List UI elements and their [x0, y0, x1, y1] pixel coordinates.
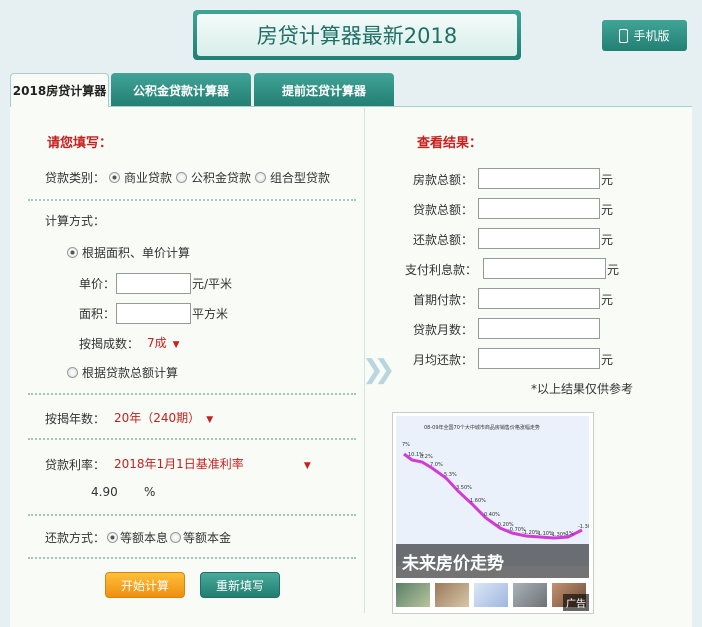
area-label: 面积： [79, 307, 116, 321]
result-unit: 元 [601, 173, 614, 187]
loan-type-commercial-label[interactable]: 商业贷款 [124, 169, 172, 186]
calc-method-label: 计算方式： [45, 214, 106, 228]
double-chevron-right-icon: ❯❯ [362, 355, 395, 385]
divider [28, 557, 356, 559]
loan-type-row: 贷款类别： 商业贷款 公积金贷款 组合型贷款 [45, 169, 330, 186]
rate-number-input[interactable]: 4.90 [91, 485, 118, 499]
method-area-label[interactable]: 根据面积、单价计算 [82, 244, 190, 261]
repay-equal-principal-label[interactable]: 等额本金 [183, 529, 231, 546]
title-banner: 房贷计算器最新2018 [193, 10, 521, 60]
result-field[interactable] [478, 228, 600, 249]
trend-data-label: -1.30% [578, 524, 589, 530]
result-label: 房款总额： [412, 173, 473, 187]
unit-price-unit: 元/平米 [192, 277, 233, 291]
trend-labels: 7%10.1%8.2%7.0%5.3%3.50%1.60%0.40%-0.20%… [402, 442, 589, 538]
tab-provident-fund-calculator[interactable]: 公积金贷款计算器 [111, 73, 251, 107]
trend-data-label: -1% [564, 531, 574, 537]
repay-equal-installment-label[interactable]: 等额本息 [120, 529, 168, 546]
loan-type-radio-commercial[interactable] [109, 172, 121, 183]
start-calculation-button[interactable]: 开始计算 [105, 572, 185, 598]
result-label: 支付利息款： [404, 263, 477, 277]
result-field[interactable] [478, 168, 600, 189]
dropdown-arrow-icon[interactable]: ▼ [173, 340, 180, 350]
trend-data-label: 8.2% [420, 454, 433, 460]
loan-type-radio-provident[interactable] [176, 172, 188, 183]
divider [28, 393, 356, 395]
ad-thumbnail-1[interactable] [396, 583, 430, 607]
result-label: 首期付款： [412, 293, 473, 307]
rate-select[interactable]: 2018年1月1日基准利率 ▼ [114, 455, 311, 472]
method-total-label[interactable]: 根据贷款总额计算 [82, 364, 178, 381]
result-unit: 元 [601, 353, 614, 367]
ad-caption[interactable]: 未来房价走势 [396, 544, 589, 578]
loan-type-label: 贷款类别： [45, 171, 106, 185]
rate-percent-label: % [144, 485, 156, 499]
phone-icon [619, 28, 629, 43]
unit-price-label: 单价： [79, 277, 116, 291]
tab-prepayment-calculator[interactable]: 提前还贷计算器 [254, 73, 394, 107]
ad-chart-title: 08-09年全国70个大中城市商品房销售价格涨幅走势 [424, 424, 540, 431]
mobile-version-label: 手机版 [633, 29, 670, 43]
trend-data-label: 3.50% [456, 485, 472, 491]
form-heading: 请您填写： [47, 136, 113, 151]
ad-thumbnail-3[interactable] [474, 583, 508, 607]
divider [28, 514, 356, 516]
page-title: 房贷计算器最新2018 [197, 14, 517, 56]
trend-data-label: 5.3% [444, 472, 457, 478]
result-unit: 元 [601, 233, 614, 247]
trend-data-label: 7.0% [430, 462, 443, 468]
rate-select-value[interactable]: 2018年1月1日基准利率 [114, 457, 244, 471]
ratio-label: 按揭成数： [79, 337, 140, 351]
ad-thumbnail-4[interactable] [513, 583, 547, 607]
method-area-option[interactable]: 根据面积、单价计算 [67, 244, 190, 261]
result-unit: 元 [601, 203, 614, 217]
dropdown-arrow-icon[interactable]: ▼ [304, 461, 311, 471]
area-input[interactable] [116, 303, 191, 324]
ratio-select-value[interactable]: 7成 [147, 336, 167, 350]
trend-data-label: 7% [402, 442, 410, 448]
result-label: 贷款总额： [412, 203, 473, 217]
result-field[interactable] [478, 288, 600, 309]
repay-radio-equal-installment[interactable] [107, 532, 119, 543]
divider [28, 438, 356, 440]
dropdown-arrow-icon[interactable]: ▼ [206, 415, 213, 425]
repay-radio-equal-principal[interactable] [170, 532, 182, 543]
result-unit: 元 [601, 293, 614, 307]
ad-tag: 广告 [563, 594, 589, 611]
method-area-radio[interactable] [67, 247, 78, 258]
rate-label: 贷款利率： [45, 458, 106, 472]
result-unit: 元 [607, 263, 620, 277]
result-label: 还款总额： [412, 233, 473, 247]
result-label: 贷款月数： [412, 323, 473, 337]
results-note: *以上结果仅供参考 [531, 382, 634, 396]
loan-type-combined-label[interactable]: 组合型贷款 [270, 169, 330, 186]
method-total-radio[interactable] [67, 367, 78, 378]
results-heading: 查看结果： [417, 136, 483, 151]
result-field[interactable] [478, 198, 600, 219]
years-label: 按揭年数： [45, 412, 106, 426]
tab-mortgage-calculator[interactable]: 2018房贷计算器 [10, 73, 109, 107]
trend-data-label: 0.40% [484, 512, 500, 518]
loan-type-provident-label[interactable]: 公积金贷款 [191, 169, 251, 186]
ad-thumbnail-2[interactable] [435, 583, 469, 607]
result-field[interactable] [478, 318, 600, 339]
ratio-select[interactable]: 7成 ▼ [147, 334, 180, 351]
method-total-option[interactable]: 根据贷款总额计算 [67, 364, 178, 381]
result-label: 月均还款： [412, 353, 473, 367]
years-select[interactable]: 20年（240期） ▼ [114, 409, 213, 426]
repay-label: 还款方式： [45, 531, 106, 545]
result-field[interactable] [483, 258, 606, 279]
loan-type-radio-combined[interactable] [255, 172, 267, 183]
divider [28, 199, 356, 201]
mobile-version-button[interactable]: 手机版 [602, 20, 687, 51]
reset-button[interactable]: 重新填写 [200, 572, 280, 598]
years-select-value[interactable]: 20年（240期） [114, 411, 200, 425]
trend-data-label: 1.60% [470, 498, 486, 504]
unit-price-input[interactable] [116, 273, 191, 294]
repay-row: 还款方式： 等额本息 等额本金 [45, 529, 231, 546]
result-field[interactable] [478, 348, 600, 369]
area-unit: 平方米 [192, 307, 229, 321]
